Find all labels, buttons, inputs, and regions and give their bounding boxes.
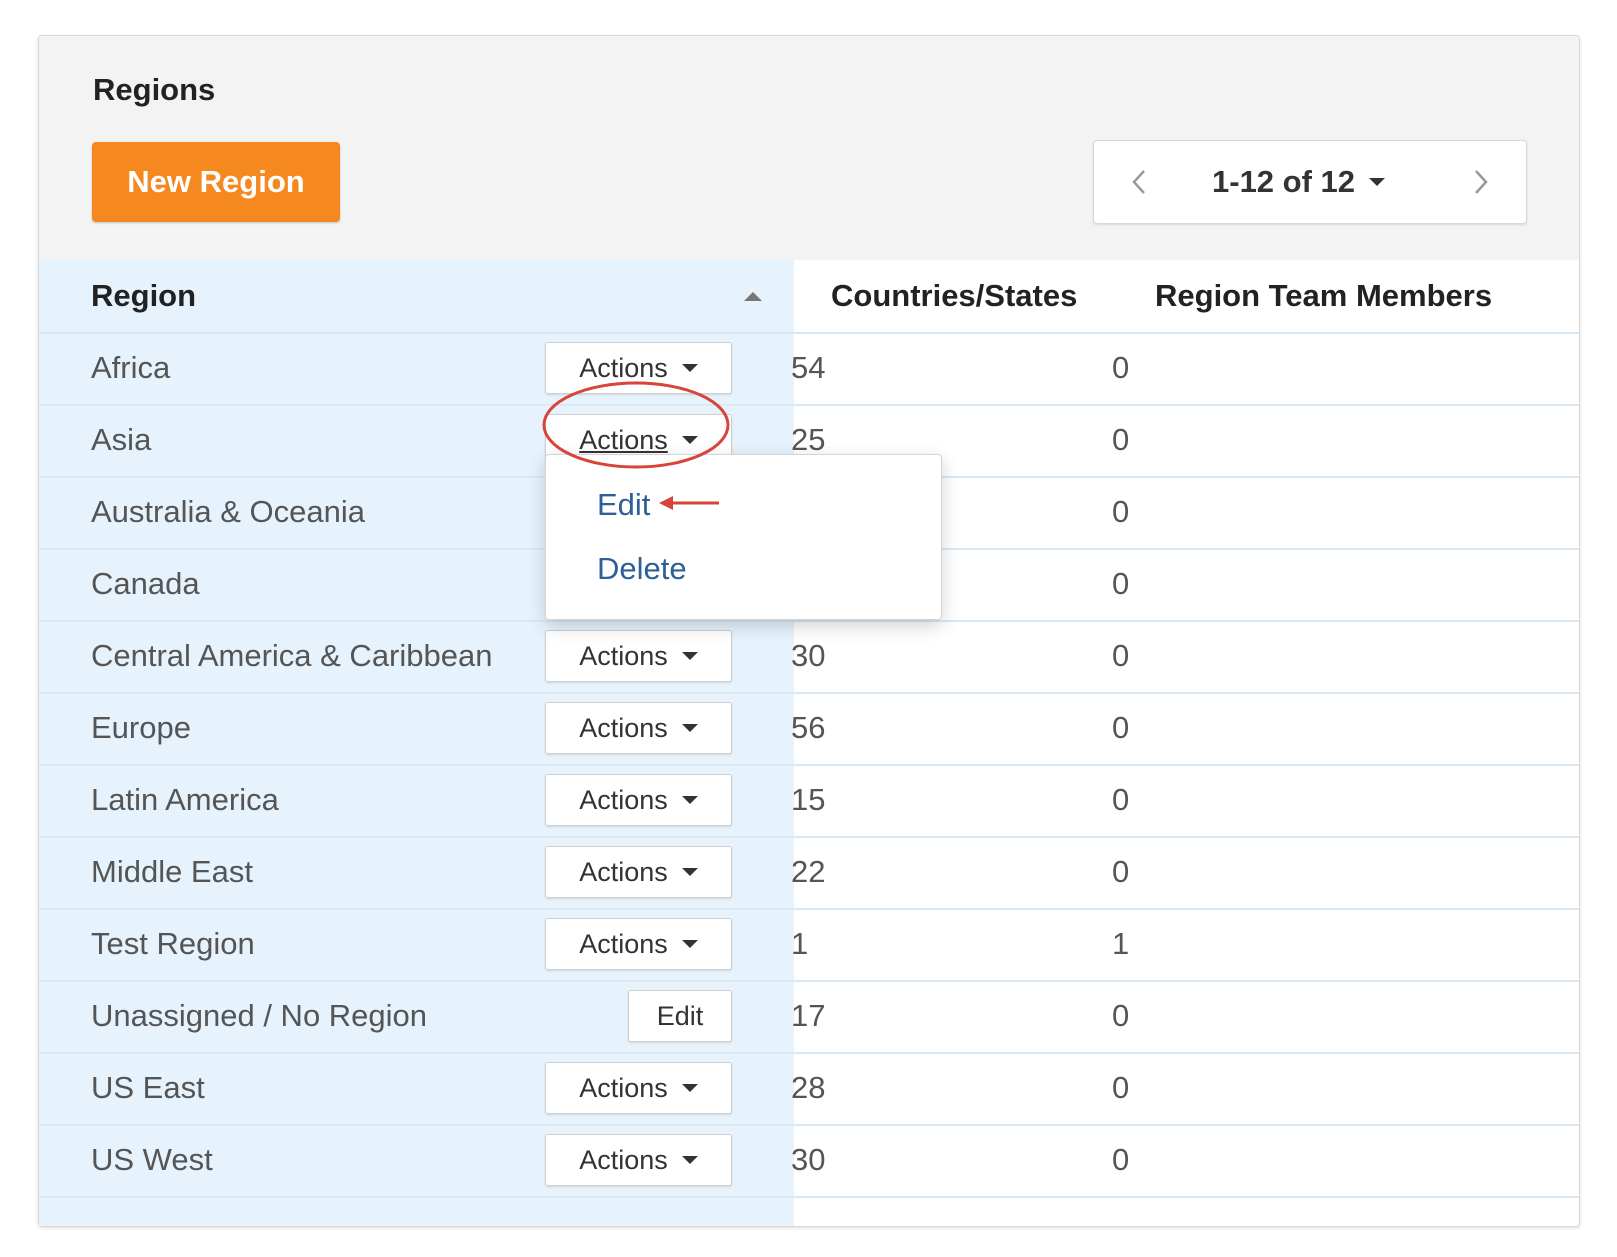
actions-dropdown-button[interactable]: Actions	[545, 702, 732, 754]
actions-dropdown-button[interactable]: Actions	[545, 846, 732, 898]
pagination: 1-12 of 12	[1093, 140, 1527, 224]
region-name: Asia	[91, 422, 152, 457]
table-row: Unassigned / No Region Edit 17 0	[39, 982, 1579, 1054]
table-row: US East Actions 28 0	[39, 1054, 1579, 1126]
table-row: US West Actions 30 0	[39, 1126, 1579, 1198]
caret-down-icon	[1369, 178, 1386, 186]
region-name: Middle East	[91, 854, 253, 889]
region-name: Australia & Oceania	[91, 494, 365, 529]
team-members-count: 0	[1112, 854, 1130, 889]
team-members-count: 0	[1112, 998, 1130, 1033]
countries-count: 17	[791, 998, 826, 1033]
button-label: Actions	[579, 640, 668, 671]
table-header: Region Countries/States Region Team Memb…	[39, 260, 1579, 334]
region-name: US West	[91, 1142, 213, 1177]
button-label: Actions	[579, 1072, 668, 1103]
button-label: Actions	[579, 1144, 668, 1175]
region-name: US East	[91, 1070, 205, 1105]
page-range-label: 1-12 of 12	[1212, 164, 1356, 199]
button-label: Actions	[579, 352, 668, 383]
sort-ascending-icon[interactable]	[744, 292, 762, 301]
actions-dropdown-button[interactable]: Actions	[545, 1062, 732, 1114]
next-page-button[interactable]	[1446, 141, 1516, 223]
countries-count: 28	[791, 1070, 826, 1105]
region-name: Europe	[91, 710, 191, 745]
page-title: Regions	[93, 72, 216, 107]
button-label: Edit	[656, 1000, 704, 1031]
table-row: Latin America Actions 15 0	[39, 766, 1579, 838]
actions-dropdown-button[interactable]: Actions	[545, 342, 732, 394]
actions-dropdown-button[interactable]: Actions	[545, 630, 732, 682]
new-region-button[interactable]: New Region	[92, 142, 340, 222]
countries-count: 1	[791, 926, 809, 961]
countries-count: 56	[791, 710, 826, 745]
team-members-count: 0	[1112, 494, 1130, 529]
caret-down-icon	[681, 868, 698, 876]
menu-item-edit[interactable]: Edit	[597, 487, 650, 523]
actions-dropdown-button[interactable]: Actions	[545, 1134, 732, 1186]
table-row: Europe Actions 56 0	[39, 694, 1579, 766]
region-name: Canada	[91, 566, 200, 601]
button-label: Actions	[579, 784, 668, 815]
team-members-count: 0	[1112, 782, 1130, 817]
actions-dropdown-menu: Edit Delete	[545, 454, 942, 620]
regions-card: Regions New Region 1-12 of 12 Region Cou…	[38, 35, 1580, 1227]
caret-down-icon	[681, 364, 698, 372]
table-row: Africa Actions 54 0	[39, 334, 1579, 406]
column-header-region[interactable]: Region	[91, 260, 196, 332]
team-members-count: 0	[1112, 638, 1130, 673]
chevron-left-icon	[1132, 170, 1145, 194]
caret-down-icon	[681, 796, 698, 804]
region-name: Central America & Caribbean	[91, 638, 493, 673]
button-label: Actions	[579, 424, 668, 455]
chevron-right-icon	[1475, 170, 1488, 194]
countries-count: 30	[791, 1142, 826, 1177]
actions-dropdown-button[interactable]: Actions	[545, 918, 732, 970]
page-range-dropdown[interactable]: 1-12 of 12	[1212, 141, 1386, 223]
region-name: Test Region	[91, 926, 255, 961]
previous-page-button[interactable]	[1104, 141, 1174, 223]
edit-button[interactable]: Edit	[628, 990, 732, 1042]
button-label: Actions	[579, 928, 668, 959]
region-name: Latin America	[91, 782, 279, 817]
actions-dropdown-button[interactable]: Actions	[545, 774, 732, 826]
team-members-count: 1	[1112, 926, 1130, 961]
countries-count: 15	[791, 782, 826, 817]
column-header-team-members[interactable]: Region Team Members	[1155, 260, 1492, 332]
team-members-count: 0	[1112, 1142, 1130, 1177]
menu-item-delete[interactable]: Delete	[597, 551, 687, 587]
column-header-countries[interactable]: Countries/States	[831, 260, 1077, 332]
countries-count: 30	[791, 638, 826, 673]
caret-down-icon	[681, 724, 698, 732]
regions-header-panel: Regions New Region 1-12 of 12	[39, 36, 1579, 260]
region-name: Africa	[91, 350, 171, 385]
team-members-count: 0	[1112, 422, 1130, 457]
team-members-count: 0	[1112, 350, 1130, 385]
team-members-count: 0	[1112, 566, 1130, 601]
button-label: Actions	[579, 856, 668, 887]
table-row: Middle East Actions 22 0	[39, 838, 1579, 910]
countries-count: 22	[791, 854, 826, 889]
team-members-count: 0	[1112, 1070, 1130, 1105]
caret-down-icon	[681, 940, 698, 948]
table-row: Test Region Actions 1 1	[39, 910, 1579, 982]
caret-down-icon	[681, 1156, 698, 1164]
button-label: Actions	[579, 712, 668, 743]
caret-down-icon	[681, 652, 698, 660]
caret-down-icon	[681, 1084, 698, 1092]
countries-count: 54	[791, 350, 826, 385]
team-members-count: 0	[1112, 710, 1130, 745]
table-row: Central America & Caribbean Actions 30 0	[39, 622, 1579, 694]
caret-down-icon	[681, 436, 698, 444]
region-name: Unassigned / No Region	[91, 998, 428, 1033]
